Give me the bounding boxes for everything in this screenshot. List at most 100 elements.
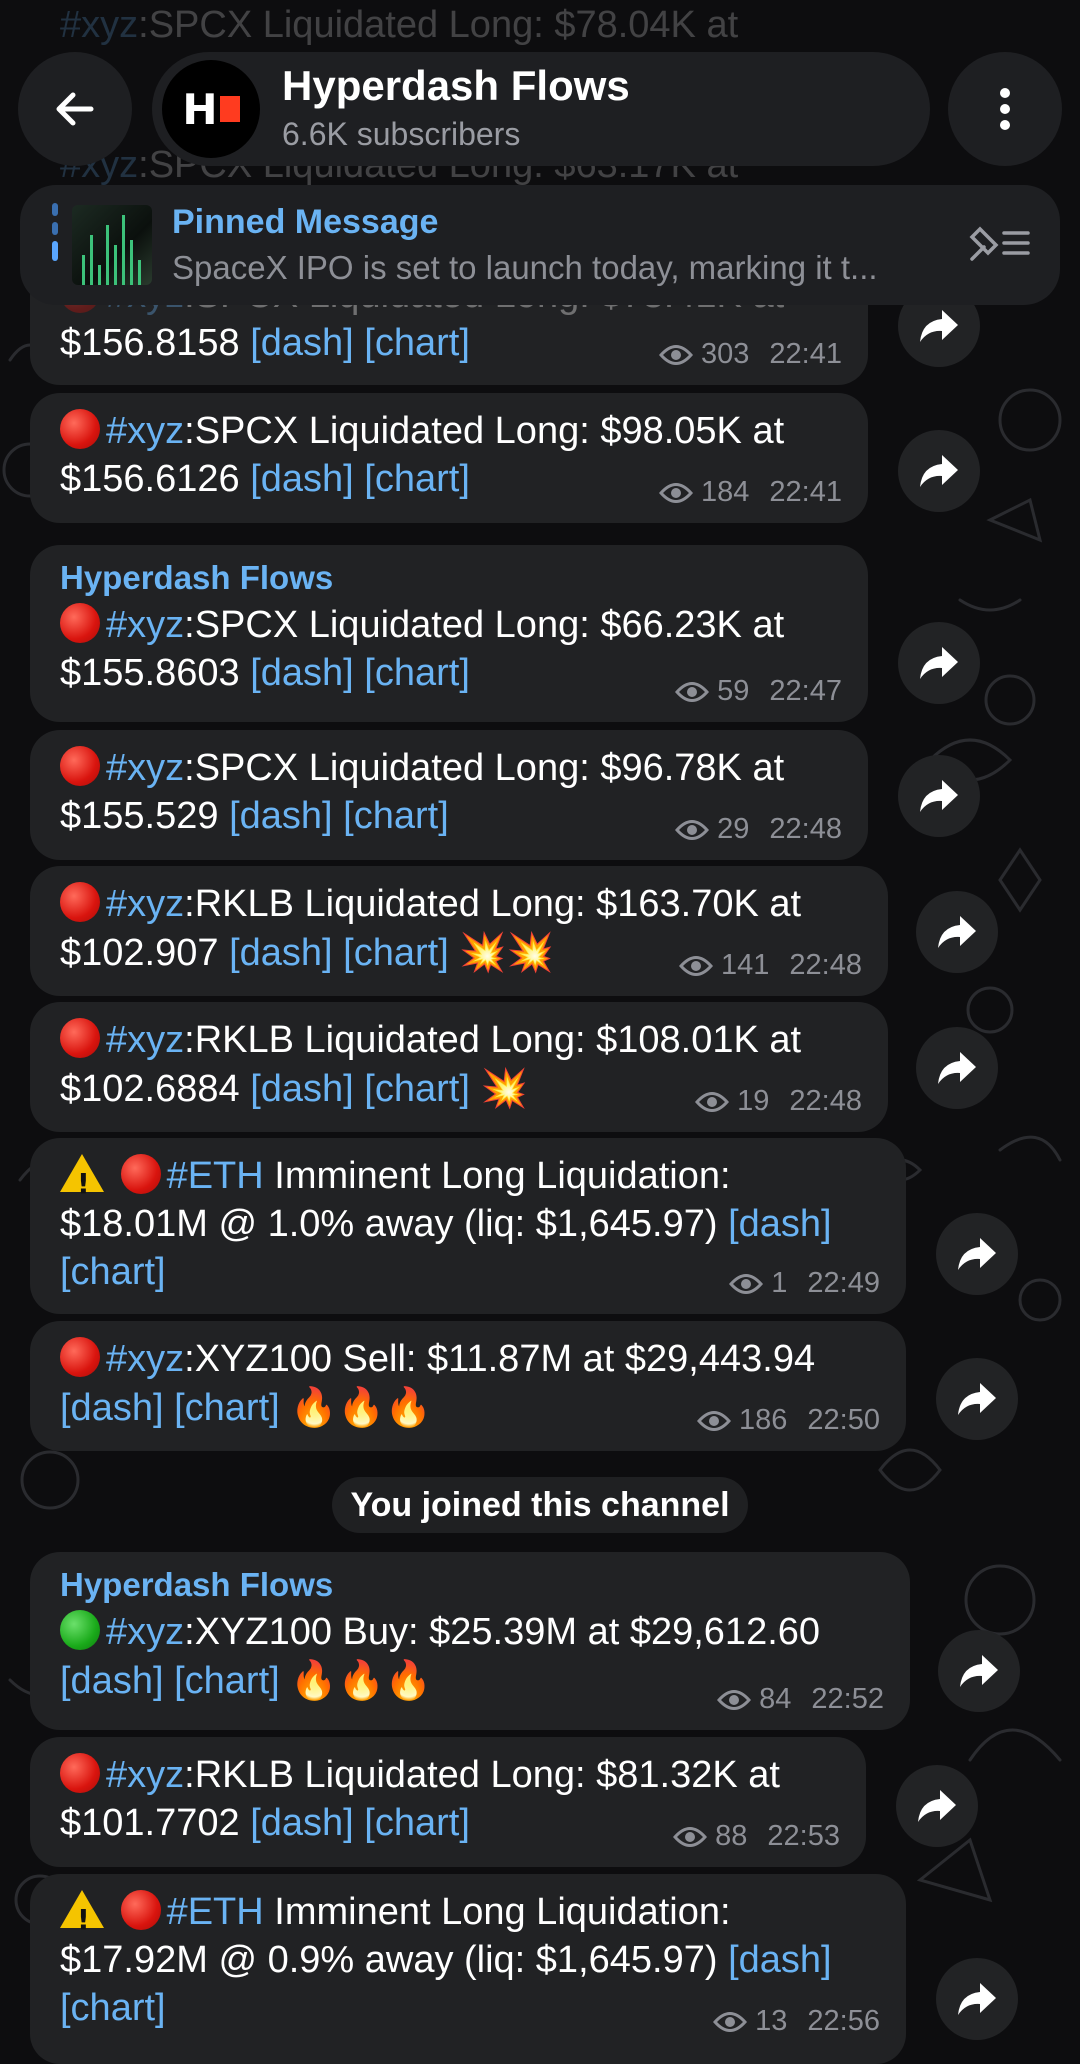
message-bubble[interactable]: #xyz:SPCX Liquidated Long: $98.05K at $1… <box>30 393 868 523</box>
message-meta: 29 22:48 <box>675 813 842 846</box>
subscriber-count: 6.6K subscribers <box>282 116 521 152</box>
chart-link[interactable]: [chart] <box>364 1068 470 1110</box>
dash-link[interactable]: [dash] <box>250 458 354 500</box>
message-time: 22:48 <box>789 1085 862 1117</box>
eye-icon <box>675 681 710 702</box>
chart-link[interactable]: [chart] <box>364 652 470 694</box>
message-time: 22:53 <box>767 1820 840 1852</box>
pinned-indicator <box>52 203 58 287</box>
hashtag-link[interactable]: #xyz <box>106 883 184 925</box>
forward-arrow-icon <box>920 647 958 679</box>
message-time: 22:48 <box>789 949 862 981</box>
message-bubble[interactable]: #xyz:SPCX Liquidated Long: $96.78K at $1… <box>30 730 868 860</box>
forward-arrow-icon <box>958 1238 996 1270</box>
view-count: 141 <box>721 949 770 981</box>
view-count: 84 <box>759 1683 792 1715</box>
hashtag-link[interactable]: #xyz <box>106 1338 184 1380</box>
message-bubble[interactable]: #ETH Imminent Long Liquidation: $18.01M … <box>30 1138 906 1314</box>
back-button[interactable] <box>18 52 132 166</box>
message-time: 22:41 <box>769 476 842 508</box>
dash-link[interactable]: [dash] <box>229 932 333 974</box>
view-count: 59 <box>717 675 750 707</box>
dash-link[interactable]: [dash] <box>60 1387 164 1429</box>
forward-button[interactable] <box>898 622 980 704</box>
channel-header[interactable]: H Hyperdash Flows 6.6K subscribers <box>152 52 930 166</box>
chart-link[interactable]: [chart] <box>174 1660 280 1702</box>
view-count: 13 <box>755 2005 788 2037</box>
forward-button[interactable] <box>936 1958 1018 2040</box>
dash-link[interactable]: [dash] <box>728 1203 832 1245</box>
message-time: 22:47 <box>769 675 842 707</box>
dash-link[interactable]: [dash] <box>250 1802 354 1844</box>
forward-button[interactable] <box>936 1358 1018 1440</box>
hashtag-link[interactable]: #xyz <box>106 1019 184 1061</box>
red-circle-icon <box>60 746 100 786</box>
message-bubble[interactable]: #xyz:RKLB Liquidated Long: $81.32K at $1… <box>30 1737 866 1867</box>
message-bubble[interactable]: #xyz:XYZ100 Sell: $11.87M at $29,443.94 … <box>30 1321 906 1451</box>
hashtag-link[interactable]: #xyz <box>106 604 184 646</box>
hashtag-link[interactable]: #xyz <box>106 410 184 452</box>
message-bubble[interactable]: Hyperdash Flows #xyz:SPCX Liquidated Lon… <box>30 545 868 722</box>
message-text: $156.6126 <box>60 458 240 500</box>
message-text: :SPCX Liquidated Long: $66.23K at <box>184 604 785 646</box>
message-time: 22:48 <box>769 813 842 845</box>
chart-link[interactable]: [chart] <box>343 932 449 974</box>
explosion-emoji: 💥 <box>480 1066 528 1110</box>
more-vertical-icon <box>1000 88 1010 130</box>
channel-avatar[interactable]: H <box>162 60 260 158</box>
eye-icon <box>659 482 694 503</box>
dash-link[interactable]: [dash] <box>250 652 354 694</box>
eye-icon <box>675 819 710 840</box>
dash-link[interactable]: [dash] <box>60 1660 164 1702</box>
forward-button[interactable] <box>916 891 998 973</box>
chart-link[interactable]: [chart] <box>60 1251 166 1293</box>
forward-button[interactable] <box>938 1630 1020 1712</box>
green-circle-icon <box>60 1610 100 1650</box>
hashtag-link[interactable]: #xyz <box>106 1754 184 1796</box>
chart-link[interactable]: [chart] <box>364 458 470 500</box>
more-menu-button[interactable] <box>948 52 1062 166</box>
eye-icon <box>717 1689 752 1710</box>
sender-name[interactable]: Hyperdash Flows <box>60 559 840 597</box>
hashtag-link[interactable]: #xyz <box>106 747 184 789</box>
message-bubble[interactable]: #xyz:RKLB Liquidated Long: $108.01K at $… <box>30 1002 888 1132</box>
message-text: :XYZ100 Buy: $25.39M at $29,612.60 <box>184 1611 821 1653</box>
message-bubble[interactable]: #ETH Imminent Long Liquidation: $17.92M … <box>30 1874 906 2064</box>
dash-link[interactable]: [dash] <box>229 795 333 837</box>
sender-name[interactable]: Hyperdash Flows <box>60 1566 882 1604</box>
forward-button[interactable] <box>936 1213 1018 1295</box>
forward-arrow-icon <box>958 1983 996 2015</box>
view-count: 19 <box>737 1085 770 1117</box>
avatar-square-logo <box>219 96 240 122</box>
pin-list-icon[interactable] <box>966 221 1032 265</box>
forward-button[interactable] <box>898 430 980 512</box>
warning-icon <box>60 1890 104 1944</box>
pinned-thumbnail <box>72 205 152 285</box>
chart-link[interactable]: [chart] <box>174 1387 280 1429</box>
eye-icon <box>673 1826 708 1847</box>
message-meta: 13 22:56 <box>713 2005 880 2038</box>
forward-button[interactable] <box>898 755 980 837</box>
hashtag-link[interactable]: #ETH <box>167 1891 264 1933</box>
forward-button[interactable] <box>896 1765 978 1847</box>
fire-emoji: 🔥🔥🔥 <box>290 1658 433 1702</box>
red-circle-icon <box>60 1018 100 1058</box>
message-bubble[interactable]: #xyz:RKLB Liquidated Long: $163.70K at $… <box>30 866 888 996</box>
dash-link[interactable]: [dash] <box>250 1068 354 1110</box>
view-count: 88 <box>715 1820 748 1852</box>
chart-link[interactable]: [chart] <box>60 1987 166 2029</box>
hashtag-link[interactable]: #ETH <box>167 1155 264 1197</box>
message-bubble[interactable]: Hyperdash Flows #xyz:XYZ100 Buy: $25.39M… <box>30 1552 910 1730</box>
red-circle-icon <box>120 1890 161 1930</box>
chart-link[interactable]: [chart] <box>364 1802 470 1844</box>
dash-link[interactable]: [dash] <box>250 322 354 364</box>
message-text: $18.01M @ 1.0% away (liq: $1,645.97) <box>60 1203 718 1245</box>
red-circle-icon <box>60 409 100 449</box>
hashtag-link[interactable]: #xyz <box>106 1611 184 1653</box>
forward-button[interactable] <box>916 1027 998 1109</box>
arrow-left-icon <box>56 92 94 126</box>
chart-link[interactable]: [chart] <box>343 795 449 837</box>
pinned-message-bar[interactable]: Pinned Message SpaceX IPO is set to laun… <box>20 185 1060 305</box>
dash-link[interactable]: [dash] <box>728 1939 832 1981</box>
chart-link[interactable]: [chart] <box>364 322 470 364</box>
